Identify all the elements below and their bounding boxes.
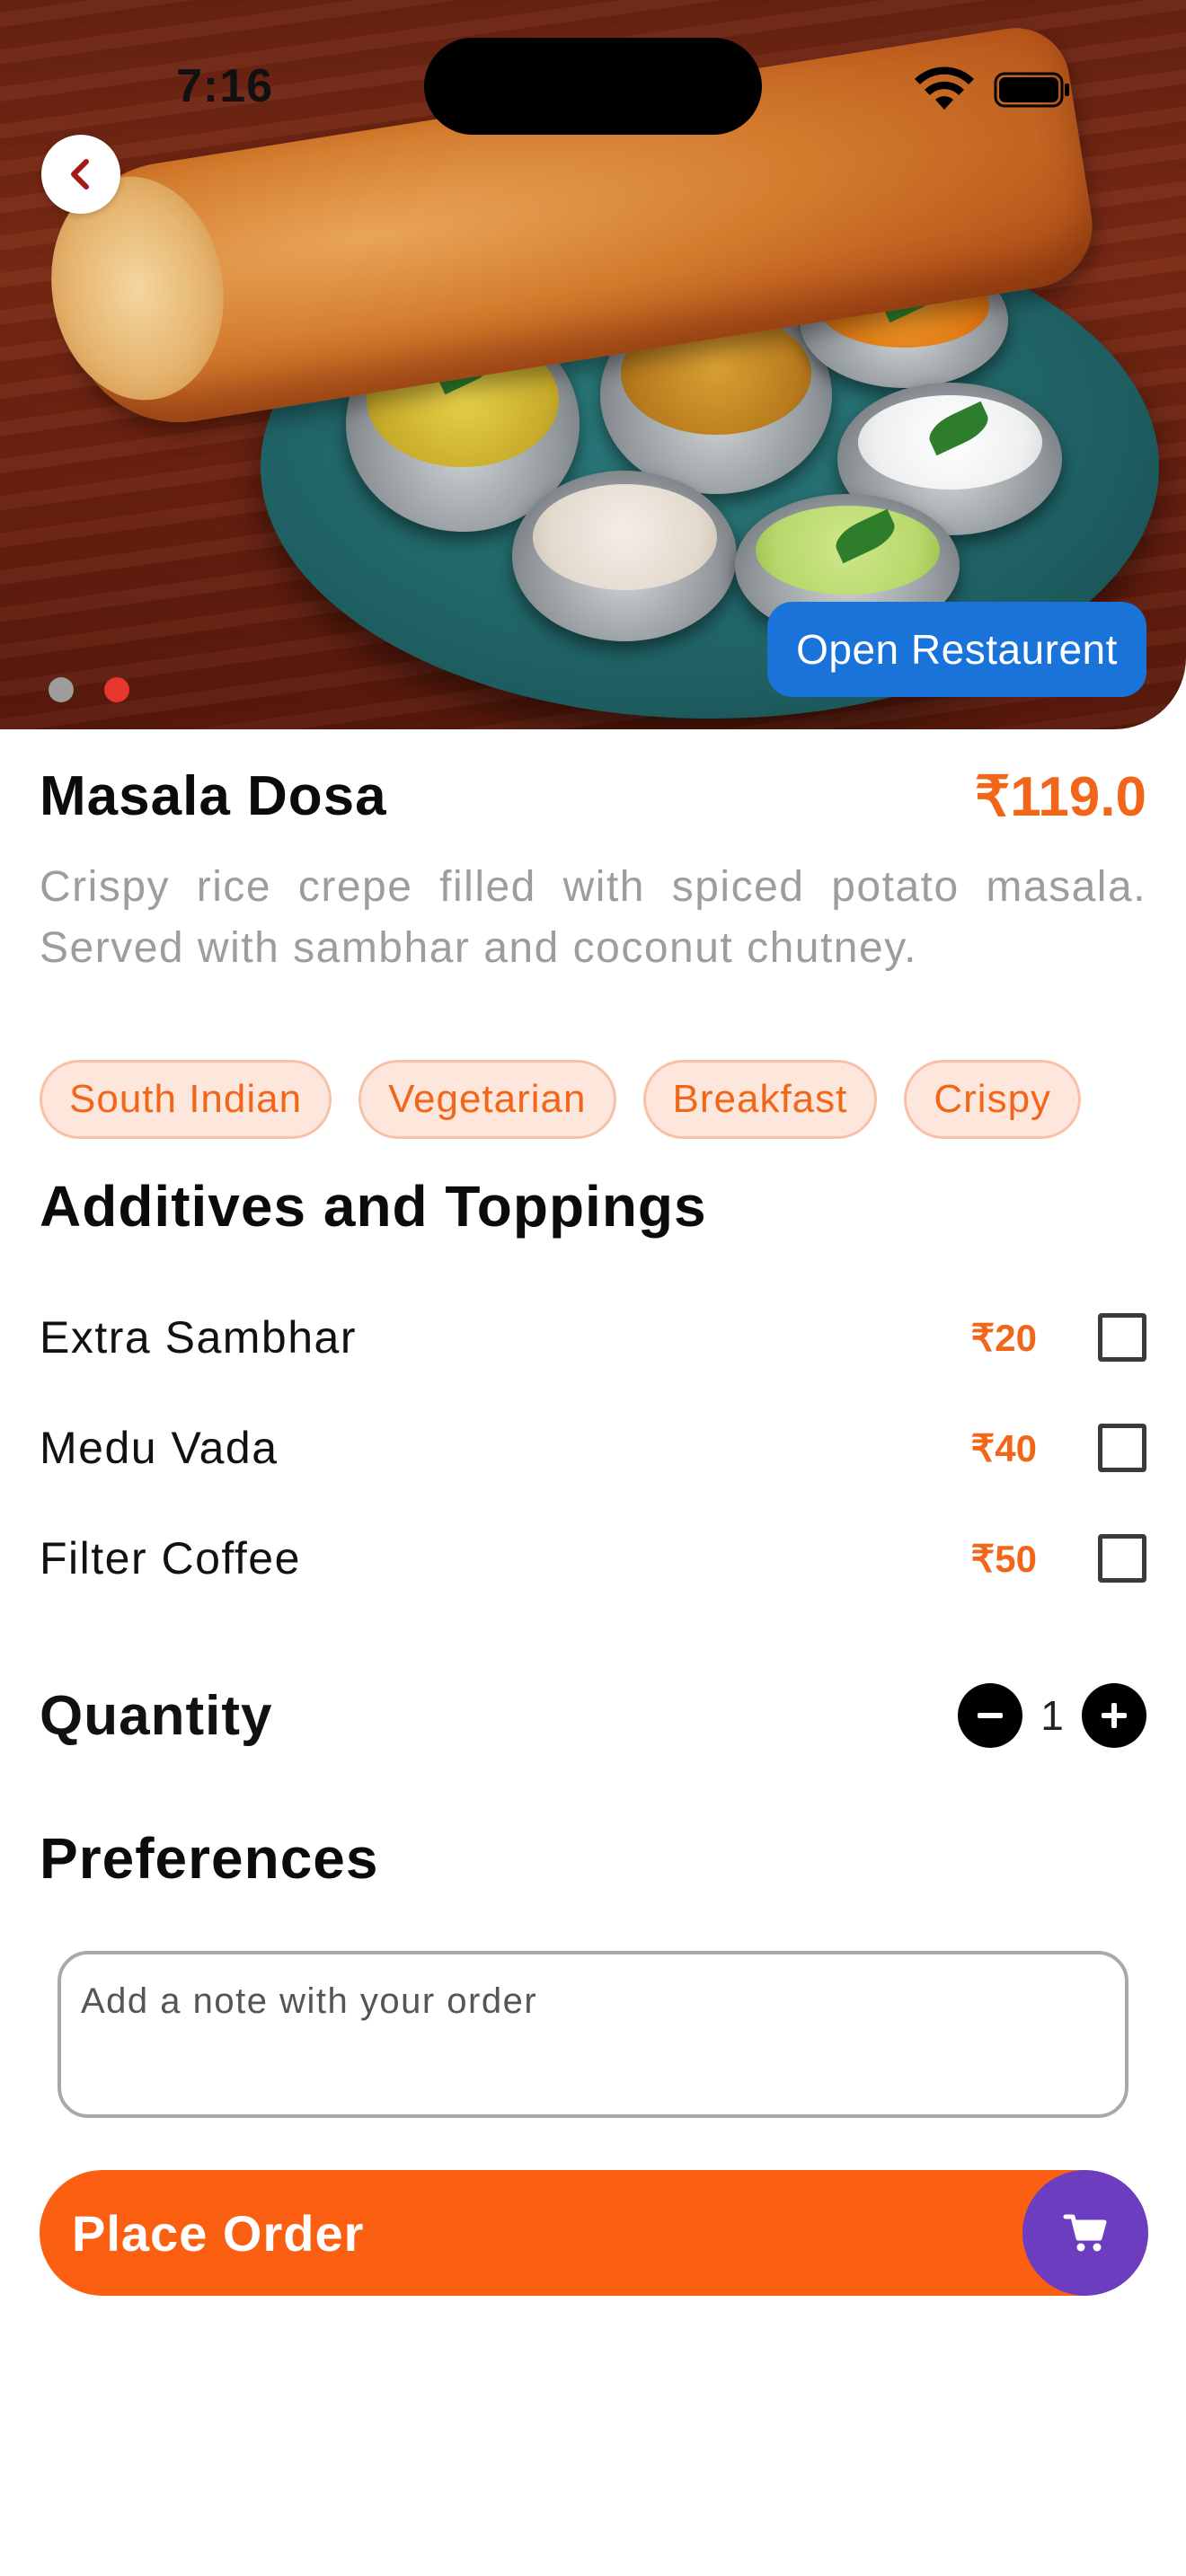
status-time: 7:16: [176, 60, 274, 112]
back-button[interactable]: [41, 135, 120, 214]
dish-header: Masala Dosa ₹119.0: [40, 763, 1146, 829]
tag-chip: Crispy: [904, 1060, 1082, 1139]
open-restaurant-button[interactable]: Open Restaurent: [767, 602, 1146, 697]
addon-price: ₹50: [970, 1537, 1037, 1580]
addon-row[interactable]: Medu Vada ₹40: [40, 1407, 1146, 1488]
plus-icon: [1102, 1703, 1127, 1728]
addon-name: Extra Sambhar: [40, 1312, 357, 1363]
quantity-value: 1: [1040, 1692, 1064, 1739]
preferences-title: Preferences: [40, 1826, 379, 1891]
cart-icon: [1063, 2214, 1107, 2252]
carousel-dot[interactable]: [49, 677, 74, 702]
chevron-left-icon: [71, 159, 89, 190]
addon-price: ₹40: [970, 1426, 1037, 1469]
dish-image-carousel[interactable]: 7:16 Open Restaurent: [0, 0, 1186, 729]
dish-description: Crispy rice crepe filled with spiced pot…: [40, 863, 1146, 972]
addon-name: Medu Vada: [40, 1423, 279, 1473]
quantity-label: Quantity: [40, 1684, 273, 1747]
addon-row[interactable]: Filter Coffee ₹50: [40, 1518, 1146, 1599]
increase-quantity-button[interactable]: [1082, 1683, 1146, 1748]
minus-icon: [978, 1713, 1003, 1718]
addon-row[interactable]: Extra Sambhar ₹20: [40, 1297, 1146, 1378]
cart-button[interactable]: [1022, 2170, 1148, 2296]
wifi-icon: [915, 66, 974, 110]
tag-chip: Vegetarian: [358, 1060, 616, 1139]
addon-price: ₹20: [970, 1316, 1037, 1359]
addon-checkbox[interactable]: [1098, 1424, 1146, 1472]
addons-title: Additives and Toppings: [40, 1174, 707, 1239]
carousel-dot-active[interactable]: [104, 677, 129, 702]
addon-checkbox[interactable]: [1098, 1534, 1146, 1583]
dynamic-island: [424, 38, 762, 135]
quantity-row: Quantity 1: [40, 1680, 1146, 1751]
order-note-input[interactable]: [81, 1981, 1105, 2022]
tag-chip: Breakfast: [642, 1060, 878, 1139]
addon-name: Filter Coffee: [40, 1533, 301, 1584]
bowl-graphic: [512, 471, 737, 641]
dish-title: Masala Dosa: [40, 765, 387, 827]
tag-list: South Indian Vegetarian Breakfast Crispy: [40, 1060, 1082, 1139]
decrease-quantity-button[interactable]: [958, 1683, 1022, 1748]
battery-icon: [994, 72, 1069, 108]
place-order-button[interactable]: Place Order: [40, 2170, 1146, 2296]
addon-checkbox[interactable]: [1098, 1313, 1146, 1362]
order-note-field[interactable]: [58, 1951, 1128, 2118]
place-order-label: Place Order: [72, 2205, 365, 2262]
carousel-indicator: [49, 677, 129, 702]
dish-price: ₹119.0: [974, 766, 1146, 828]
tag-chip: South Indian: [40, 1060, 332, 1139]
